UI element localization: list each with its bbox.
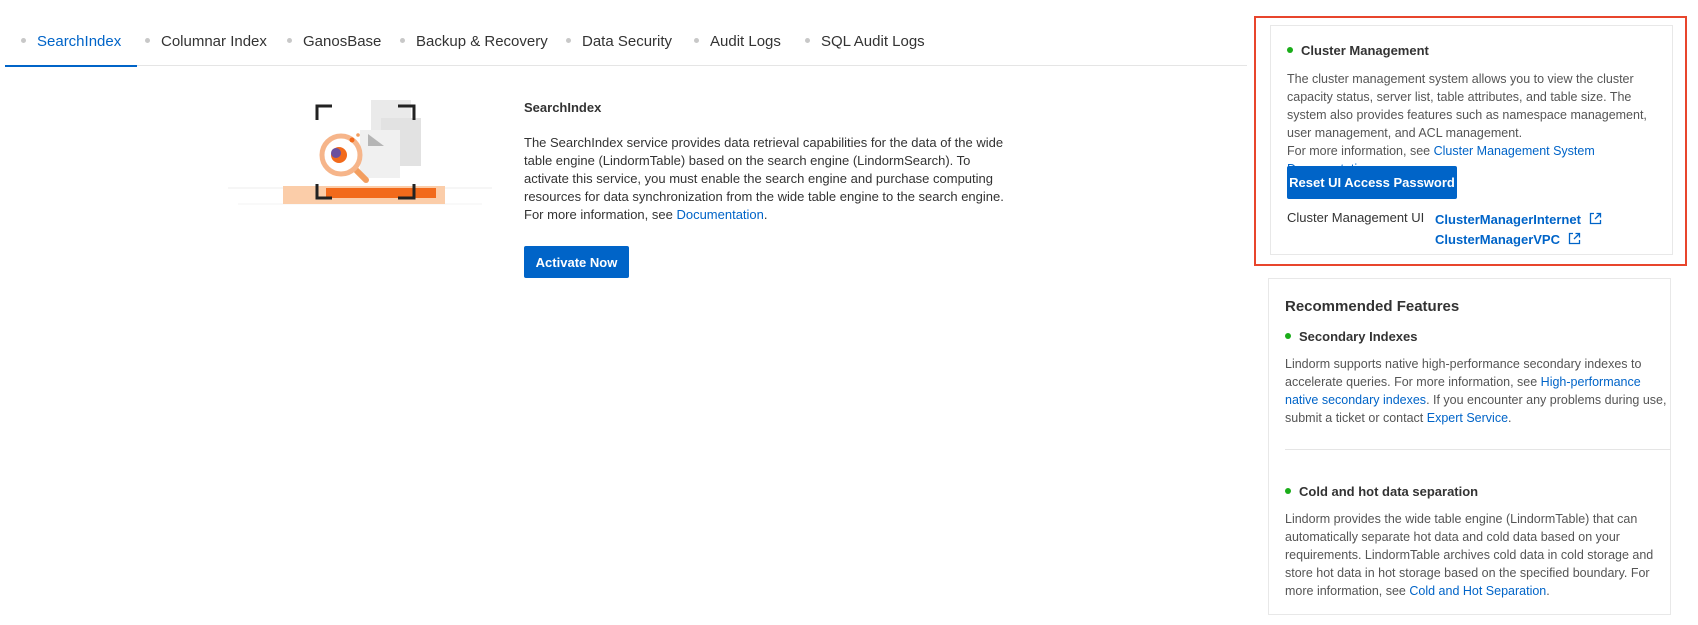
- tab-dot: [21, 37, 26, 43]
- cluster-management-card: Cluster Management The cluster managemen…: [1270, 25, 1673, 255]
- status-dot: [1287, 46, 1293, 53]
- activate-now-button[interactable]: Activate Now: [524, 246, 629, 278]
- heading-text: Secondary Indexes: [1299, 329, 1418, 344]
- status-dot: [1285, 332, 1291, 339]
- searchindex-description: The SearchIndex service provides data re…: [524, 134, 1014, 224]
- tab-label: Audit Logs: [710, 33, 781, 50]
- link-text: ClusterManagerVPC: [1435, 232, 1560, 247]
- heading-text: Cold and hot data separation: [1299, 484, 1479, 499]
- cold-hot-separation-link[interactable]: Cold and Hot Separation: [1409, 584, 1546, 598]
- tab-label: SQL Audit Logs: [821, 33, 925, 50]
- more-info-prefix: For more information, see: [1287, 144, 1434, 158]
- tab-dot: [694, 37, 699, 43]
- cluster-management-ui-label: Cluster Management UI: [1287, 210, 1425, 225]
- link-text: ClusterManagerInternet: [1435, 212, 1581, 227]
- tab-label: Data Security: [582, 33, 673, 50]
- tab-ganosbase[interactable]: GanosBase: [287, 33, 381, 66]
- desc-text: .: [1508, 411, 1512, 425]
- tab-data-security[interactable]: Data Security: [566, 33, 672, 66]
- cluster-manager-internet-link[interactable]: ClusterManagerInternet: [1435, 212, 1602, 227]
- tab-audit-logs[interactable]: Audit Logs: [694, 33, 781, 66]
- heading-text: Cluster Management: [1301, 43, 1429, 58]
- tab-dot: [287, 37, 292, 43]
- tab-dot: [566, 37, 571, 43]
- external-link-icon: [1589, 212, 1602, 225]
- secondary-indexes-description: Lindorm supports native high-performance…: [1285, 355, 1670, 427]
- tab-label: GanosBase: [303, 33, 382, 50]
- tab-dot: [805, 37, 810, 43]
- tab-label: Columnar Index: [161, 33, 267, 50]
- tab-backup-recovery[interactable]: Backup & Recovery: [400, 33, 548, 66]
- cluster-manager-vpc-link[interactable]: ClusterManagerVPC: [1435, 232, 1581, 247]
- cluster-management-highlight: Cluster Management The cluster managemen…: [1254, 16, 1687, 266]
- secondary-indexes-heading: Secondary Indexes: [1285, 329, 1418, 344]
- tab-sql-audit-logs[interactable]: SQL Audit Logs: [805, 33, 925, 66]
- active-tab-indicator: [5, 65, 138, 67]
- search-document-illustration: [228, 100, 492, 210]
- tab-searchindex[interactable]: SearchIndex: [5, 33, 138, 67]
- expert-service-link[interactable]: Expert Service: [1427, 411, 1508, 425]
- searchindex-intro: SearchIndex The SearchIndex service prov…: [524, 100, 1014, 224]
- description-suffix: .: [763, 207, 768, 222]
- external-link-icon: [1568, 232, 1581, 245]
- tab-dot: [145, 37, 150, 43]
- cluster-description-text: The cluster management system allows you…: [1287, 72, 1647, 140]
- divider: [1285, 449, 1671, 450]
- cluster-management-description: The cluster management system allows you…: [1287, 70, 1672, 178]
- recommended-features-title: Recommended Features: [1285, 298, 1460, 315]
- cold-hot-separation-heading: Cold and hot data separation: [1285, 484, 1478, 499]
- recommended-features-card: Recommended Features Secondary Indexes L…: [1268, 278, 1671, 615]
- cold-hot-separation-description: Lindorm provides the wide table engine (…: [1285, 510, 1670, 600]
- reset-ui-access-password-button[interactable]: Reset UI Access Password: [1287, 166, 1457, 199]
- tab-bar: SearchIndex Columnar Index GanosBase Bac…: [5, 0, 1247, 67]
- tab-columnar-index[interactable]: Columnar Index: [145, 33, 267, 66]
- tab-dot: [400, 37, 405, 43]
- tab-label: SearchIndex: [37, 33, 122, 50]
- tab-label: Backup & Recovery: [416, 33, 548, 50]
- page-title: SearchIndex: [524, 100, 602, 115]
- documentation-link[interactable]: Documentation: [676, 207, 763, 222]
- status-dot: [1285, 487, 1291, 494]
- cluster-management-heading: Cluster Management: [1287, 43, 1429, 58]
- desc-text: .: [1546, 584, 1550, 598]
